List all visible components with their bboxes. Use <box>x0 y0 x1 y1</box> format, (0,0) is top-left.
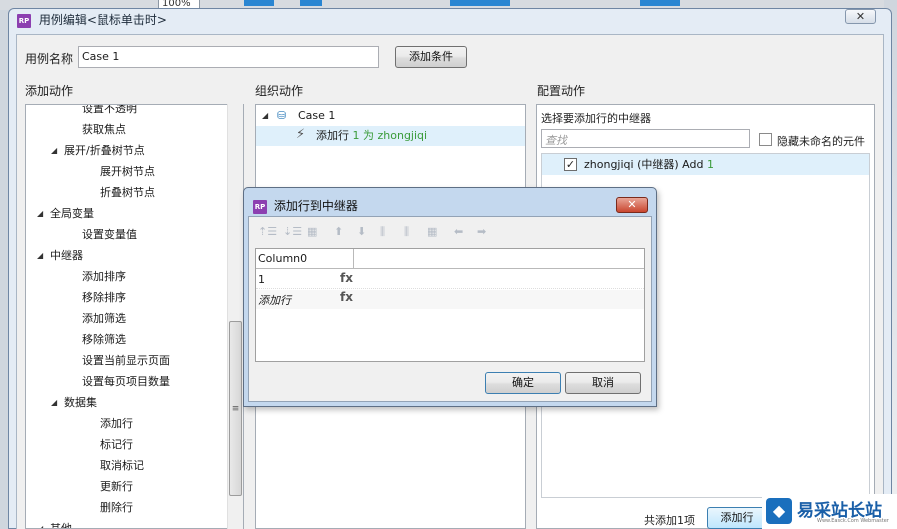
watermark-subtext: Www.Easck.Com Webmaster <box>817 518 889 524</box>
delete-column-icon[interactable]: ▦ <box>427 225 437 238</box>
tree-scroll-thumb[interactable]: ≡ <box>229 321 242 496</box>
add-row-dialog-titlebar: RP 添加行到中继器 <box>253 197 358 214</box>
insert-column-left-icon[interactable]: ⫼ <box>380 225 385 239</box>
background-strip <box>640 0 680 6</box>
grid-row[interactable]: 1 fx <box>256 270 644 289</box>
action-tree-item[interactable]: 全局变量 <box>50 207 94 221</box>
action-tree-item[interactable]: 展开树节点 <box>100 165 155 179</box>
select-repeater-label: 选择要添加行的中继器 <box>541 112 651 125</box>
move-down-icon[interactable]: ⬇ <box>357 225 366 238</box>
watermark-logo-icon: ◆ <box>766 498 792 524</box>
action-tree-item[interactable]: 添加行 <box>100 417 133 431</box>
total-added-label: 共添加1项 <box>644 514 695 527</box>
hide-unnamed-label: 隐藏未命名的元件 <box>777 135 865 148</box>
expand-triangle-icon[interactable]: ◢ <box>37 251 43 260</box>
site-watermark: ◆ 易采站长站 Www.Easck.Com Webmaster <box>762 494 897 529</box>
ok-button[interactable]: 确定 <box>485 372 561 394</box>
background-strip <box>300 0 322 6</box>
rp-app-icon: RP <box>253 199 267 214</box>
configure-action-header: 配置动作 <box>537 84 586 98</box>
add-action-header: 添加动作 <box>25 84 74 98</box>
column-header-filler <box>354 249 644 269</box>
background-strip <box>450 0 510 6</box>
expand-triangle-icon[interactable]: ◢ <box>51 398 57 407</box>
action-tree-item[interactable]: 设置当前显示页面 <box>82 354 170 368</box>
action-tree-item[interactable]: 展开/折叠树节点 <box>64 144 145 158</box>
action-tree-item[interactable]: 设置不透明 <box>82 105 137 116</box>
expand-triangle-icon[interactable]: ◢ <box>51 146 57 155</box>
action-name: 添加行 <box>316 129 353 142</box>
action-node[interactable]: 添加行 1 为 zhongjiqi <box>316 129 427 143</box>
collapse-triangle-icon[interactable]: ◢ <box>262 111 268 120</box>
action-tree-item[interactable]: 标记行 <box>100 438 133 452</box>
add-condition-button[interactable]: 添加条件 <box>395 46 467 68</box>
action-tree-item[interactable]: 设置变量值 <box>82 228 137 242</box>
delete-row-icon[interactable]: ▦ <box>307 225 317 238</box>
expand-triangle-icon[interactable]: ◢ <box>37 524 43 528</box>
action-tree-item[interactable]: 移除筛选 <box>82 333 126 347</box>
background-strip <box>244 0 274 6</box>
grid-cell-value[interactable]: 添加行 <box>258 292 291 308</box>
add-row-button[interactable]: 添加行 <box>707 507 767 529</box>
dialog-title: 用例编辑<鼠标单击时> <box>38 13 167 27</box>
move-right-icon[interactable]: ➡ <box>477 225 486 238</box>
expand-triangle-icon[interactable]: ◢ <box>37 209 43 218</box>
insert-above-icon[interactable]: ⇡☰ <box>258 225 277 238</box>
close-button[interactable]: ✕ <box>845 9 876 24</box>
case-node[interactable]: Case 1 <box>298 109 335 123</box>
fx-icon[interactable]: fx <box>340 290 353 304</box>
action-tree-item[interactable]: 取消标记 <box>100 459 144 473</box>
action-tree-item[interactable]: 添加筛选 <box>82 312 126 326</box>
hide-unnamed-checkbox[interactable] <box>759 133 772 146</box>
action-tree-item[interactable]: 删除行 <box>100 501 133 515</box>
add-row-dialog-close-button[interactable]: ✕ <box>616 197 648 213</box>
action-tree-item[interactable]: 设置每页项目数量 <box>82 375 170 389</box>
move-up-icon[interactable]: ⬆ <box>334 225 343 238</box>
add-row-dialog-title: 添加行到中继器 <box>273 199 358 213</box>
action-tree-item[interactable]: 折叠树节点 <box>100 186 155 200</box>
action-tree-item[interactable]: 数据集 <box>64 396 97 410</box>
case-name-input[interactable]: Case 1 <box>78 46 379 68</box>
fx-icon[interactable]: fx <box>340 271 353 285</box>
case-name-label: 用例名称 <box>25 52 74 66</box>
action-tree-item[interactable]: 更新行 <box>100 480 133 494</box>
dialog-title-bar: RP 用例编辑<鼠标单击时> <box>17 11 317 31</box>
action-tree-item[interactable]: 其他 <box>50 522 72 528</box>
move-left-icon[interactable]: ⬅ <box>454 225 463 238</box>
insert-column-right-icon[interactable]: ⫼ <box>404 225 409 239</box>
action-detail: 1 为 zhongjiqi <box>352 129 428 142</box>
action-tree-item[interactable]: 移除排序 <box>82 291 126 305</box>
repeater-checkbox[interactable]: ✓ <box>564 158 577 171</box>
search-input[interactable]: 查找 <box>541 129 750 148</box>
repeater-item-name: zhongjiqi (中继器) Add <box>584 158 707 171</box>
repeater-item-label: zhongjiqi (中继器) Add 1 <box>584 158 714 172</box>
case-icon: ⛁ <box>277 109 287 122</box>
action-tree-item[interactable]: 添加排序 <box>82 270 126 284</box>
repeater-item-count: 1 <box>706 158 714 171</box>
lightning-icon: ⚡ <box>296 127 306 142</box>
action-tree-item[interactable]: 获取焦点 <box>82 123 126 137</box>
organize-action-header: 组织动作 <box>255 84 304 98</box>
cancel-button[interactable]: 取消 <box>565 372 641 394</box>
action-tree-item[interactable]: 中继器 <box>50 249 83 263</box>
insert-below-icon[interactable]: ⇣☰ <box>283 225 302 238</box>
rp-app-icon: RP <box>17 13 31 28</box>
grid-row[interactable]: 添加行 fx <box>256 290 644 309</box>
column-header[interactable]: Column0 <box>256 249 354 269</box>
grid-cell-value[interactable]: 1 <box>258 273 265 286</box>
search-placeholder: 查找 <box>545 134 567 147</box>
action-tree: 设置不透明获取焦点展开/折叠树节点 ◢ 展开树节点折叠树节点 全局变量 ◢ 设置变量值中继… <box>25 104 244 529</box>
